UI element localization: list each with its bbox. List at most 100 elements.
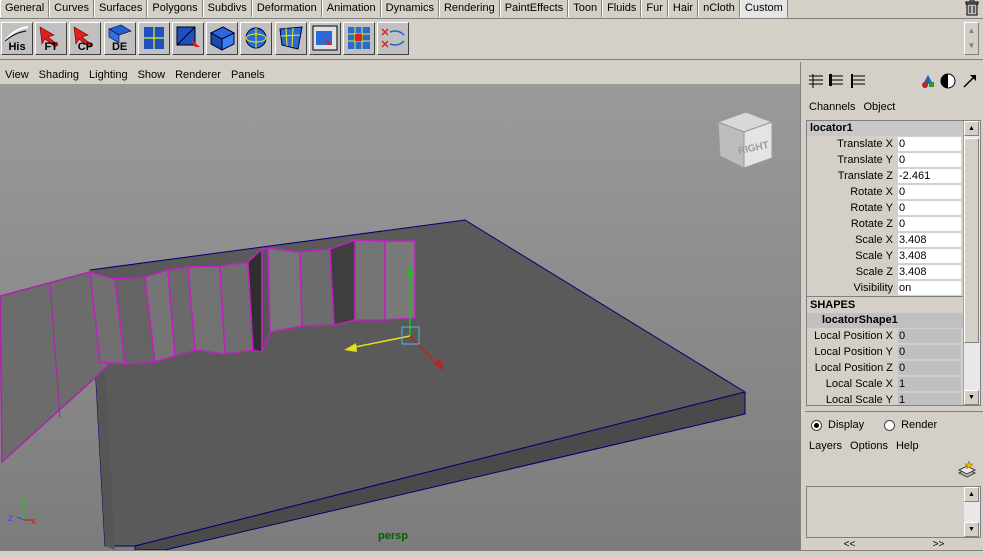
shelf-tab-fluids[interactable]: Fluids — [602, 0, 642, 17]
channel-label[interactable]: Local Scale X — [826, 376, 893, 392]
channel-label[interactable]: Local Position Z — [815, 360, 893, 376]
shelf-tab-hair[interactable]: Hair — [667, 0, 699, 17]
channel-value-field[interactable]: -2.461 — [898, 169, 961, 183]
shelf-tool-9-button[interactable] — [308, 22, 341, 55]
shelf-tool-ft-button[interactable]: FT — [35, 22, 68, 55]
panel-menu-shading[interactable]: Shading — [34, 66, 84, 84]
view-cube[interactable]: RIGHT — [716, 111, 774, 169]
channel-label[interactable]: Visibility — [853, 280, 893, 296]
layer-mode-display[interactable]: Display — [805, 419, 864, 431]
channel-value-field[interactable]: 0 — [898, 345, 961, 359]
layer-list-scrollbar[interactable]: ▲ ▼ — [964, 487, 980, 537]
shelf-tab-deformation[interactable]: Deformation — [251, 0, 322, 17]
shelf-tool-cp-button[interactable]: CP — [69, 22, 102, 55]
channel-value-field[interactable]: 0 — [898, 201, 961, 215]
channel-value-field[interactable]: 0 — [898, 361, 961, 375]
shelf-tab-custom[interactable]: Custom — [739, 0, 788, 18]
shelf-tab-subdivs[interactable]: Subdivs — [202, 0, 252, 17]
channel-value-field[interactable]: on — [898, 281, 961, 295]
channel-value-field[interactable]: 0 — [898, 185, 961, 199]
channel-box-scrollbar[interactable]: ▲ ▼ — [963, 121, 980, 405]
layer-menu-layers[interactable]: Layers — [805, 437, 846, 455]
shelf-tab-dynamics[interactable]: Dynamics — [380, 0, 439, 17]
shelf-tool-4-button[interactable] — [137, 22, 170, 55]
shelf-tab-polygons[interactable]: Polygons — [147, 0, 203, 17]
panel-menu-renderer[interactable]: Renderer — [170, 66, 226, 84]
channel-label[interactable]: Rotate Y — [850, 200, 893, 216]
shelf-tool-6-button[interactable] — [206, 22, 239, 55]
channel-value-field[interactable]: 0 — [898, 137, 961, 151]
shelf-tool-de-button[interactable]: DE — [103, 22, 136, 55]
shelf-tab-rendering[interactable]: Rendering — [438, 0, 500, 17]
channel-label[interactable]: Scale Y — [855, 248, 893, 264]
channel-label[interactable]: Rotate X — [850, 184, 893, 200]
channel-value-field[interactable]: 3.408 — [898, 233, 961, 247]
panel-menu-view[interactable]: View — [0, 66, 34, 84]
scroll-down-icon[interactable]: ▼ — [964, 522, 979, 537]
channel-label[interactable]: Scale X — [855, 232, 893, 248]
channel-label[interactable]: Rotate Z — [851, 216, 893, 232]
channel-label[interactable]: Local Position X — [814, 328, 893, 344]
channel-value-field[interactable]: 3.408 — [898, 265, 961, 279]
channel-label[interactable]: Local Scale Y — [826, 392, 893, 405]
radio-button[interactable] — [811, 419, 822, 431]
channel-value-field[interactable]: 0 — [898, 329, 961, 343]
channel-label[interactable]: Translate X — [837, 136, 893, 152]
shelf-tab-ncloth[interactable]: nCloth — [698, 0, 740, 17]
viewport-scene[interactable]: RIGHT y x z persp — [0, 84, 800, 550]
channel-value-field[interactable]: 1 — [898, 393, 961, 405]
attribute-editor-layout-icon[interactable] — [849, 72, 867, 90]
layer-menu-help[interactable]: Help — [892, 437, 923, 455]
channel-row: Rotate X 0 — [807, 184, 980, 200]
channel-label[interactable]: Translate Z — [838, 168, 893, 184]
pane-divider[interactable] — [805, 407, 983, 412]
shelf-scrollbar[interactable]: ▲ ▼ — [964, 22, 979, 55]
shelf-tool-11-button[interactable] — [377, 22, 410, 55]
shelf-tool-8-button[interactable] — [274, 22, 307, 55]
shelf-tool-his-button[interactable]: His — [1, 22, 33, 55]
scroll-thumb[interactable] — [964, 138, 979, 343]
render-globals-icon[interactable] — [939, 72, 957, 90]
scroll-up-icon[interactable]: ▲ — [965, 23, 978, 38]
shelf-tab-surfaces[interactable]: Surfaces — [93, 0, 148, 17]
shelf-tool-7-button[interactable] — [240, 22, 273, 55]
perspective-viewport[interactable]: RIGHT y x z persp — [0, 84, 800, 550]
shelf-tab-fur[interactable]: Fur — [641, 0, 668, 17]
trash-icon[interactable] — [965, 0, 979, 16]
channel-box-layout-icon[interactable] — [807, 72, 825, 90]
hide-panel-arrow-icon[interactable] — [961, 72, 979, 90]
scroll-up-icon[interactable]: ▲ — [964, 121, 979, 136]
scroll-down-icon[interactable]: ▼ — [964, 390, 979, 405]
channel-value-field[interactable]: 1 — [898, 377, 961, 391]
tool-settings-icon[interactable] — [919, 72, 937, 90]
shelf-tab-general[interactable]: General — [0, 0, 50, 17]
layer-mode-render[interactable]: Render — [878, 419, 937, 431]
object-name[interactable]: locator1 — [807, 121, 980, 136]
panel-menu-lighting[interactable]: Lighting — [84, 66, 133, 84]
channel-label[interactable]: Local Position Y — [814, 344, 893, 360]
channel-label[interactable]: Scale Z — [856, 264, 893, 280]
channel-label[interactable]: Translate Y — [837, 152, 893, 168]
channel-row: Translate Y 0 — [807, 152, 980, 168]
channel-value-field[interactable]: 0 — [898, 153, 961, 167]
layer-menu-options[interactable]: Options — [846, 437, 892, 455]
channel-value-field[interactable]: 0 — [898, 217, 961, 231]
shelf-tab-painteffects[interactable]: PaintEffects — [499, 0, 569, 17]
channel-box-menu-channels[interactable]: Channels — [805, 98, 859, 116]
shelf-tab-toon[interactable]: Toon — [568, 0, 603, 17]
panel-menu-show[interactable]: Show — [133, 66, 171, 84]
new-layer-icon[interactable] — [957, 459, 977, 479]
channel-box-menu-object[interactable]: Object — [859, 98, 899, 116]
shape-name[interactable]: locatorShape1 — [807, 313, 980, 328]
radio-button[interactable] — [884, 419, 896, 431]
scroll-down-icon[interactable]: ▼ — [965, 38, 978, 53]
shelf-tool-10-button[interactable] — [343, 22, 375, 55]
scroll-up-icon[interactable]: ▲ — [964, 487, 979, 502]
channel-value-field[interactable]: 3.408 — [898, 249, 961, 263]
layer-list[interactable]: ▲ ▼ — [806, 486, 981, 538]
panel-menu-panels[interactable]: Panels — [226, 66, 270, 84]
shelf-tool-5-button[interactable] — [172, 22, 204, 55]
shelf-tab-animation[interactable]: Animation — [321, 0, 381, 17]
channel-box-only-icon[interactable] — [827, 72, 845, 90]
shelf-tab-curves[interactable]: Curves — [49, 0, 94, 17]
